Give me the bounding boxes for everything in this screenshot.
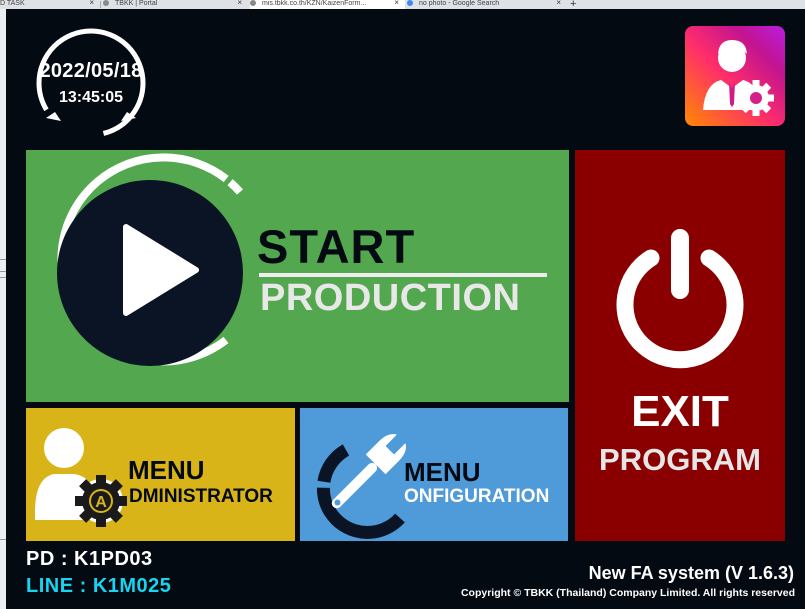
user-settings-icon [703, 40, 774, 116]
favicon-icon [250, 0, 256, 6]
clock-time: 13:45:05 [58, 89, 124, 106]
tab-title: D TASK [0, 0, 25, 7]
administrator-label: DMINISTRATOR [129, 486, 273, 507]
menu-label: MENU [128, 455, 205, 485]
program-label: PROGRAM [599, 442, 761, 477]
tab-title: no photo - Google Search [419, 0, 500, 7]
google-favicon-icon [407, 0, 413, 6]
admin-user-icon: A [34, 428, 127, 527]
start-label: START [257, 220, 416, 273]
close-icon[interactable]: × [237, 0, 242, 7]
browser-tab-active[interactable]: mis.tbkk.co.th/KZN/KaizenForm... × [250, 0, 405, 9]
pd-code: PD : K1PD03 [26, 548, 153, 570]
browser-tab[interactable]: TBKK | Portal × [103, 0, 248, 9]
menu-configuration-button[interactable]: MENU ONFIGURATION [300, 408, 568, 541]
clock-ring-icon [36, 28, 146, 138]
tab-title: mis.tbkk.co.th/KZN/KaizenForm... [262, 0, 367, 7]
menu-label: MENU [404, 457, 481, 487]
browser-tab[interactable]: D TASK × [0, 0, 100, 9]
admin-badge-letter: A [95, 494, 107, 511]
start-production-button[interactable]: START PRODUCTION [26, 150, 569, 402]
production-label: PRODUCTION [260, 277, 521, 319]
menu-administrator-button[interactable]: A MENU DMINISTRATOR [26, 408, 295, 541]
exit-program-button[interactable]: EXIT PROGRAM [575, 150, 785, 541]
copyright-text: Copyright © TBKK (Thailand) Company Limi… [460, 587, 795, 599]
close-icon[interactable]: × [394, 0, 399, 7]
browser-tab-strip: D TASK × TBKK | Portal × mis.tbkk.co.th/… [0, 0, 805, 9]
line-code: LINE : K1M025 [26, 575, 172, 597]
tab-title: TBKK | Portal [115, 0, 158, 7]
close-icon[interactable]: × [89, 0, 94, 7]
browser-tab[interactable]: no photo - Google Search × [407, 0, 567, 9]
version-text: New FA system (V 1.6.3) [588, 563, 794, 583]
user-settings-button[interactable] [685, 26, 785, 126]
power-icon [616, 229, 744, 369]
favicon-icon [103, 0, 109, 6]
close-icon[interactable]: × [556, 0, 561, 7]
new-tab-icon[interactable]: + [570, 0, 576, 9]
configuration-label: ONFIGURATION [404, 486, 550, 507]
app-window: 2022/05/18 13:45:05 START PRODUCTION EXI… [6, 9, 805, 609]
play-icon [57, 153, 243, 366]
clock-widget: 2022/05/18 13:45:05 [32, 24, 150, 142]
exit-label: EXIT [631, 387, 729, 436]
clock-date: 2022/05/18 [39, 60, 143, 82]
